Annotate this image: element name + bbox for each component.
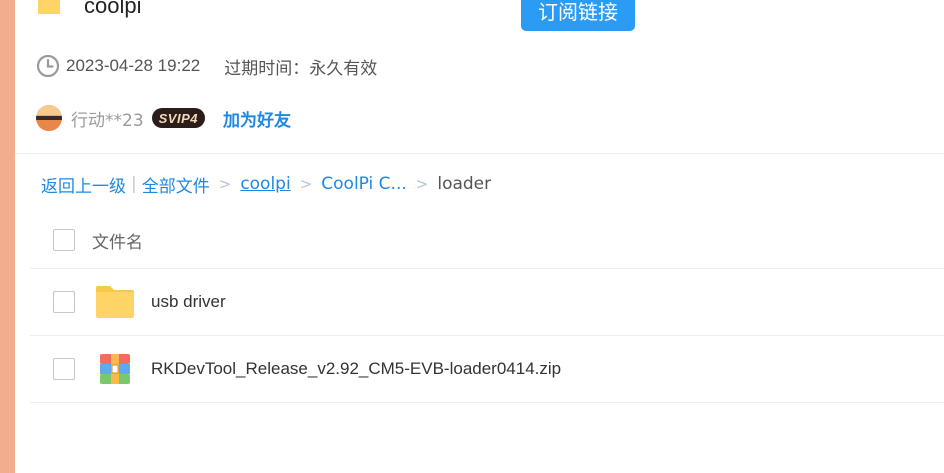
folder-icon[interactable] [94, 284, 136, 320]
breadcrumb-current: loader [437, 174, 492, 194]
breadcrumb-divider: | [131, 174, 137, 194]
select-all-checkbox[interactable] [53, 229, 75, 251]
sharer-name[interactable]: 行动**23 [71, 106, 144, 131]
share-expiry: 过期时间：永久有效 [224, 58, 378, 79]
file-checkbox[interactable] [53, 291, 75, 313]
subscribe-link-button[interactable]: 订阅链接 [521, 0, 635, 31]
breadcrumb: 返回上一级 | 全部文件 > coolpi > CoolPi C... > lo… [41, 172, 492, 197]
sharer-info: 行动**23 SVIP4 加为好友 [36, 104, 291, 132]
breadcrumb-arrow: > [299, 175, 313, 193]
breadcrumb-item-coolpi[interactable]: coolpi [240, 174, 290, 194]
add-friend-link[interactable]: 加为好友 [223, 106, 291, 131]
file-list-header: 文件名 [30, 212, 944, 269]
back-link[interactable]: 返回上一级 [41, 172, 126, 197]
folder-icon [38, 0, 60, 14]
column-filename[interactable]: 文件名 [92, 228, 143, 253]
file-list: 文件名 usb driver RKDevTool_Release_v2.92_C… [30, 212, 944, 403]
zip-archive-icon[interactable] [94, 351, 136, 387]
file-row[interactable]: RKDevTool_Release_v2.92_CM5-EVB-loader04… [30, 336, 944, 403]
share-title: coolpi [84, 0, 142, 18]
file-row[interactable]: usb driver [30, 269, 944, 336]
share-meta: 2023-04-28 19:22 过期时间：永久有效 [36, 54, 378, 79]
file-checkbox[interactable] [53, 358, 75, 380]
left-edge-strip [0, 0, 15, 473]
clock-icon [36, 54, 60, 78]
share-header: coolpi 订阅链接 2023-04-28 19:22 过期时间：永久有效 行… [15, 0, 944, 154]
breadcrumb-arrow: > [415, 175, 429, 193]
breadcrumb-item-coolpi-c[interactable]: CoolPi C... [321, 174, 406, 194]
share-created-date: 2023-04-28 19:22 [66, 56, 201, 75]
avatar[interactable] [36, 105, 62, 131]
svip-badge: SVIP4 [151, 108, 205, 128]
all-files-link[interactable]: 全部文件 [142, 172, 210, 197]
file-name[interactable]: usb driver [151, 292, 226, 312]
file-name[interactable]: RKDevTool_Release_v2.92_CM5-EVB-loader04… [151, 359, 561, 379]
breadcrumb-arrow: > [218, 175, 232, 193]
